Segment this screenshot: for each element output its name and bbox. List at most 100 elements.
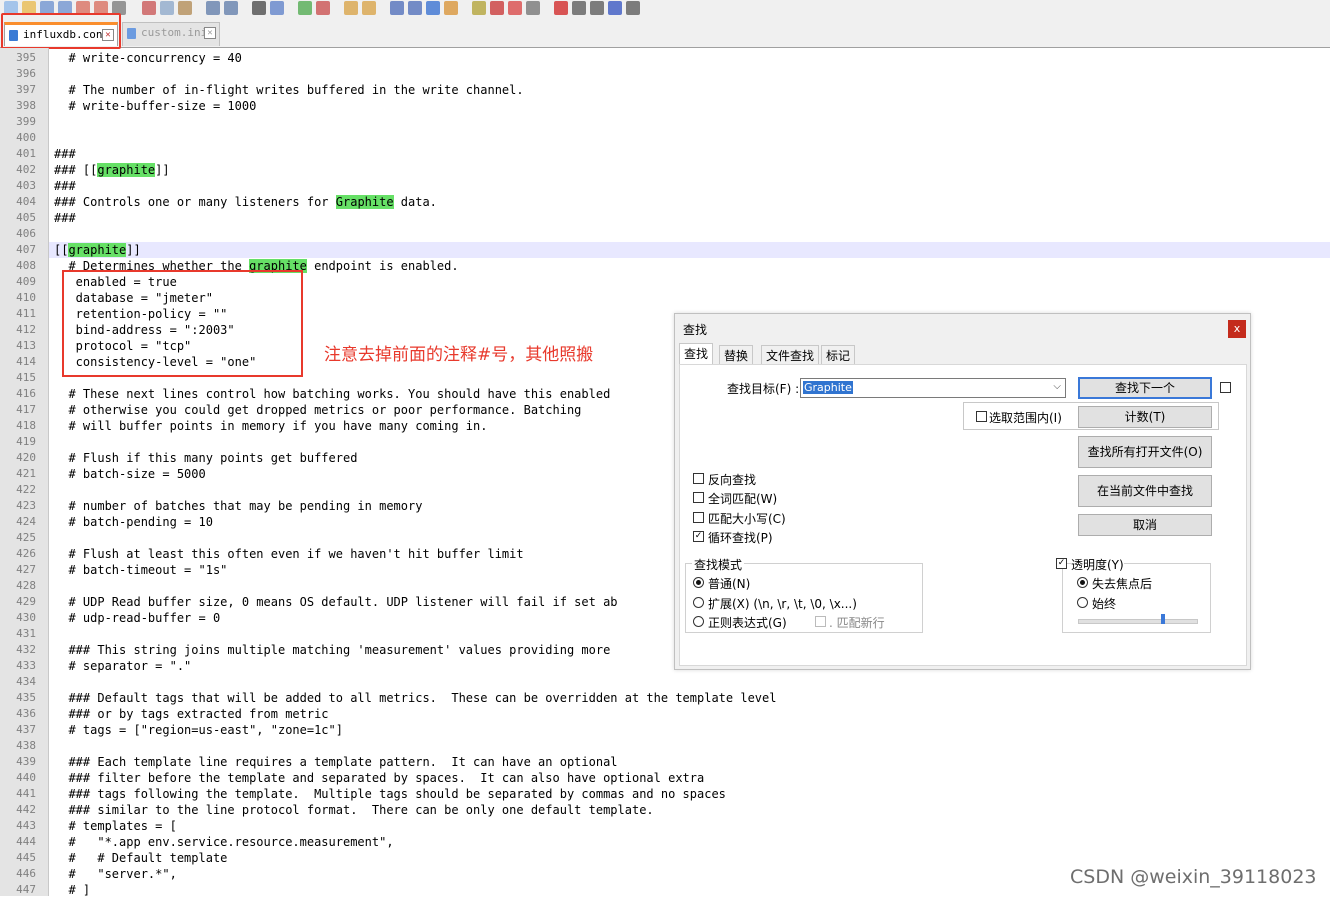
sync-h-icon[interactable]: [362, 1, 376, 15]
close-tab-icon[interactable]: ✕: [204, 27, 216, 39]
code-line[interactable]: ###: [54, 146, 76, 162]
transparency-checkbox[interactable]: ✓: [1056, 558, 1067, 569]
reverse-checkbox[interactable]: [693, 473, 704, 484]
line-number: 408: [16, 259, 36, 272]
search-value[interactable]: Graphite: [803, 381, 853, 394]
code-line[interactable]: # "server.*",: [54, 866, 176, 882]
line-number: 418: [16, 419, 36, 432]
code-line[interactable]: # number of batches that may be pending …: [54, 498, 422, 514]
copy-icon[interactable]: [160, 1, 174, 15]
tab-find[interactable]: 查找: [679, 343, 714, 365]
cut-icon[interactable]: [142, 1, 156, 15]
mode-normal-radio[interactable]: [693, 577, 704, 588]
code-line[interactable]: # "*.app env.service.resource.measuremen…: [54, 834, 393, 850]
code-line[interactable]: # will buffer points in memory if you ha…: [54, 418, 487, 434]
find-next-button[interactable]: 查找下一个: [1078, 377, 1212, 399]
find-icon[interactable]: [252, 1, 266, 15]
indent-guide-icon[interactable]: [426, 1, 440, 15]
search-input[interactable]: Graphite ⌵: [800, 378, 1066, 398]
in-selection-checkbox[interactable]: [976, 411, 987, 422]
line-number: 436: [16, 707, 36, 720]
line-number: 425: [16, 531, 36, 544]
code-text: # batch-timeout = "1s": [54, 563, 228, 577]
code-text: ###: [54, 179, 76, 193]
code-text: # write-buffer-size = 1000: [54, 99, 257, 113]
paste-icon[interactable]: [178, 1, 192, 15]
code-line[interactable]: ###: [54, 178, 76, 194]
code-line[interactable]: # templates = [: [54, 818, 176, 834]
find-all-open-button[interactable]: 查找所有打开文件(O): [1078, 436, 1212, 468]
whole-word-checkbox[interactable]: [693, 492, 704, 503]
tab-find-in-files[interactable]: 文件查找: [761, 345, 820, 365]
code-line[interactable]: # batch-size = 5000: [54, 466, 205, 482]
zoom-out-icon[interactable]: [316, 1, 330, 15]
folder-icon[interactable]: [508, 1, 522, 15]
extra-checkbox[interactable]: [1220, 382, 1231, 393]
match-case-checkbox[interactable]: [693, 512, 704, 523]
sync-v-icon[interactable]: [344, 1, 358, 15]
on-lose-focus-radio[interactable]: [1077, 577, 1088, 588]
replace-icon[interactable]: [270, 1, 284, 15]
tab-custom-ini[interactable]: custom.ini ✕: [122, 22, 220, 46]
cancel-button[interactable]: 取消: [1078, 514, 1212, 536]
code-line[interactable]: # # Default template: [54, 850, 227, 866]
code-line[interactable]: # write-buffer-size = 1000: [54, 98, 256, 114]
wrap-around-checkbox[interactable]: ✓: [693, 531, 704, 542]
code-line[interactable]: # UDP Read buffer size, 0 means OS defau…: [54, 594, 617, 610]
find-in-current-button[interactable]: 在当前文件中查找: [1078, 475, 1212, 507]
code-line[interactable]: # Flush if this many points get buffered: [54, 450, 357, 466]
function-list-icon[interactable]: [490, 1, 504, 15]
mode-extended-radio[interactable]: [693, 597, 704, 608]
all-chars-icon[interactable]: [408, 1, 422, 15]
undo-icon[interactable]: [206, 1, 220, 15]
code-line[interactable]: ###: [54, 210, 76, 226]
code-line[interactable]: ### This string joins multiple matching …: [54, 642, 610, 658]
code-line[interactable]: ### tags following the template. Multipl…: [54, 786, 725, 802]
line-number: 399: [16, 115, 36, 128]
chevron-down-icon[interactable]: ⌵: [1053, 381, 1061, 392]
code-line[interactable]: # The number of in-flight writes buffere…: [54, 82, 523, 98]
wrap-icon[interactable]: [390, 1, 404, 15]
map-icon[interactable]: [472, 1, 486, 15]
code-line[interactable]: ### Controls one or many listeners for G…: [54, 194, 437, 210]
match-newline-checkbox[interactable]: [815, 616, 826, 627]
redo-icon[interactable]: [224, 1, 238, 15]
line-number: 427: [16, 563, 36, 576]
code-line[interactable]: # batch-pending = 10: [54, 514, 213, 530]
record-icon[interactable]: [554, 1, 568, 15]
code-line[interactable]: # otherwise you could get dropped metric…: [54, 402, 581, 418]
transparency-slider-thumb[interactable]: [1161, 614, 1165, 624]
code-line[interactable]: # batch-timeout = "1s": [54, 562, 227, 578]
line-number-gutter: 395 396 397 398 399 400 401 402 403 404 405 406 407 4…: [0, 48, 49, 896]
mode-regex-radio[interactable]: [693, 616, 704, 627]
save-macro-icon[interactable]: [626, 1, 640, 15]
transparency-slider[interactable]: [1078, 619, 1198, 624]
line-number: 443: [16, 819, 36, 832]
code-line[interactable]: # Flush at least this often even if we h…: [54, 546, 523, 562]
play-multi-icon[interactable]: [608, 1, 622, 15]
tab-mark[interactable]: 标记: [821, 345, 856, 365]
count-button[interactable]: 计数(T): [1078, 406, 1212, 428]
zoom-in-icon[interactable]: [298, 1, 312, 15]
monitor-icon[interactable]: [526, 1, 540, 15]
close-icon[interactable]: x: [1228, 320, 1246, 338]
code-line[interactable]: ### filter before the template and separ…: [54, 770, 704, 786]
dialog-title: 查找: [683, 323, 708, 337]
code-line[interactable]: # udp-read-buffer = 0: [54, 610, 220, 626]
line-number: 437: [16, 723, 36, 736]
code-line[interactable]: # write-concurrency = 40: [54, 50, 241, 66]
code-line[interactable]: ### similar to the line protocol format.…: [54, 802, 653, 818]
code-line[interactable]: ### or by tags extracted from metric: [54, 706, 328, 722]
code-line[interactable]: # These next lines control how batching …: [54, 386, 610, 402]
tab-replace[interactable]: 替换: [719, 345, 754, 365]
stop-icon[interactable]: [572, 1, 586, 15]
always-radio[interactable]: [1077, 597, 1088, 608]
code-line[interactable]: # tags = ["region=us-east", "zone=1c"]: [54, 722, 343, 738]
code-line[interactable]: ### [[graphite]]: [54, 162, 170, 178]
code-line[interactable]: ### Default tags that will be added to a…: [54, 690, 776, 706]
code-line[interactable]: # separator = ".": [54, 658, 191, 674]
play-icon[interactable]: [590, 1, 604, 15]
code-line[interactable]: ### Each template line requires a templa…: [54, 754, 617, 770]
lang-icon[interactable]: [444, 1, 458, 15]
code-line[interactable]: [[graphite]]: [54, 242, 141, 258]
